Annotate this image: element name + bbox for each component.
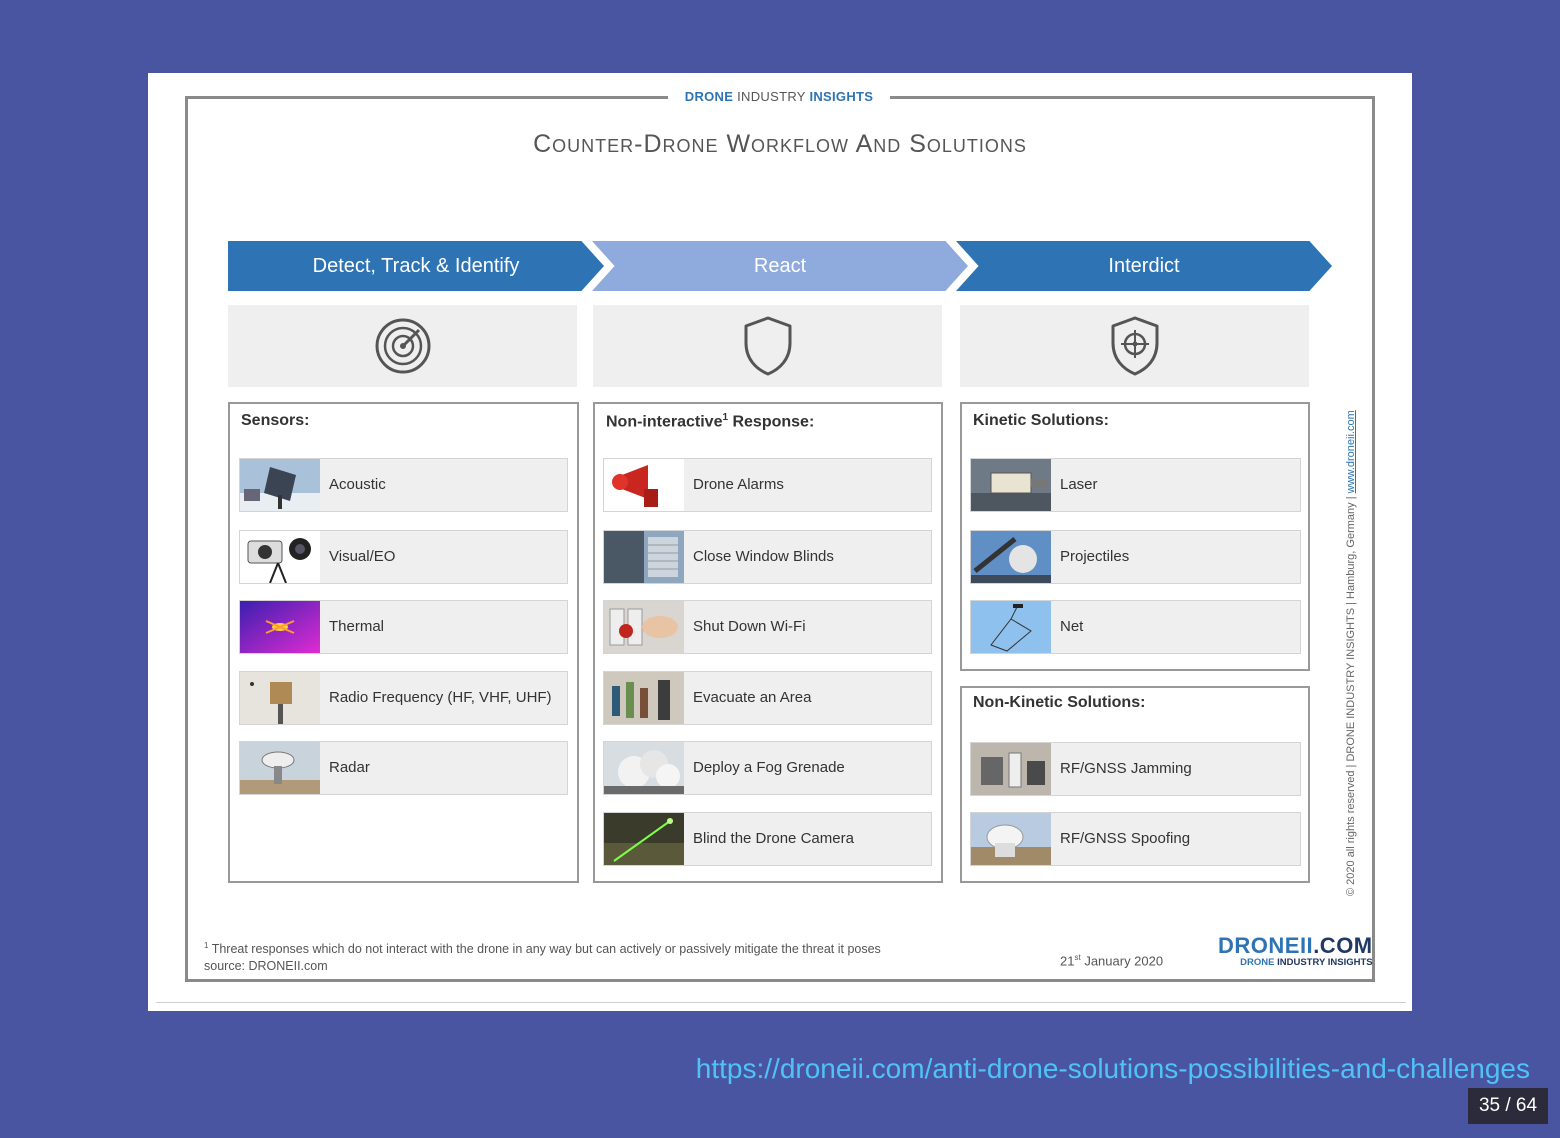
footnote-text: Threat responses which do not interact w… <box>208 942 881 957</box>
footnote-line-1: 1 Threat responses which do not interact… <box>204 937 881 958</box>
list-item: Drone Alarms <box>603 458 932 512</box>
stage-detect: Detect, Track & Identify <box>228 241 604 291</box>
item-label: Visual/EO <box>329 548 396 565</box>
jamming-thumbnail <box>971 743 1051 795</box>
list-item: Blind the Drone Camera <box>603 812 932 866</box>
source-url-link[interactable]: https://droneii.com/anti-drone-solutions… <box>696 1053 1530 1085</box>
item-label: Deploy a Fog Grenade <box>693 759 845 776</box>
slide-title: Counter-Drone Workflow And Solutions <box>533 130 1027 158</box>
item-label: Net <box>1060 618 1084 635</box>
list-item: Acoustic <box>239 458 568 512</box>
logo-wordmark: DRONEII.COM <box>1218 933 1373 959</box>
net-thumbnail <box>971 601 1051 653</box>
list-item: Projectiles <box>970 530 1301 584</box>
react-icon-box <box>593 305 942 387</box>
item-label: Radio Frequency (HF, VHF, UHF) <box>329 689 552 706</box>
slide-date: 21st January 2020 <box>1060 953 1163 968</box>
list-item: Laser <box>970 458 1301 512</box>
radar-icon <box>375 318 430 374</box>
date-month-year: January 2020 <box>1080 953 1164 969</box>
item-label: Acoustic <box>329 476 386 493</box>
fog-grenade-thumbnail <box>604 742 684 794</box>
list-item: Close Window Blinds <box>603 530 932 584</box>
item-label: Blind the Drone Camera <box>693 830 854 847</box>
droneii-website-link[interactable]: www.droneii.com <box>1345 410 1357 493</box>
footnote: 1 Threat responses which do not interact… <box>204 937 881 975</box>
copyright-side-text: © 2020 all rights reserved | DRONE INDUS… <box>1345 410 1357 896</box>
list-item: Evacuate an Area <box>603 671 932 725</box>
sensors-heading: Sensors: <box>241 412 310 429</box>
radar-thumbnail <box>240 742 320 794</box>
brand-header: DRONE INDUSTRY INSIGHTS <box>668 86 890 108</box>
laser-thumbnail <box>971 459 1051 511</box>
projectiles-thumbnail <box>971 531 1051 583</box>
kinetic-heading: Kinetic Solutions: <box>973 412 1109 429</box>
list-item: Thermal <box>239 600 568 654</box>
slide-divider <box>156 1002 1406 1003</box>
shield-icon <box>744 316 791 376</box>
detect-icon-box <box>228 305 577 387</box>
logo-tagline: DRONE INDUSTRY INSIGHTS <box>1218 957 1373 968</box>
acoustic-thumbnail <box>240 459 320 511</box>
list-item: Radar <box>239 741 568 795</box>
stage-interdict: Interdict <box>956 241 1332 291</box>
response-heading-text: Non-interactive <box>606 413 723 431</box>
item-label: RF/GNSS Jamming <box>1060 760 1192 777</box>
item-label: RF/GNSS Spoofing <box>1060 830 1191 847</box>
item-label: Laser <box>1060 476 1098 493</box>
copyright-text: © 2020 all rights reserved | DRONE INDUS… <box>1345 493 1357 896</box>
response-heading-suffix: Response: <box>728 413 815 431</box>
sensors-panel: Sensors: Acoustic Visual/EO Thermal Radi… <box>228 402 579 883</box>
stage-detect-label: Detect, Track & Identify <box>312 255 520 277</box>
non-kinetic-panel: Non-Kinetic Solutions: RF/GNSS Jamming R… <box>960 686 1310 883</box>
spoofing-thumbnail <box>971 813 1051 865</box>
brand-industry: INDUSTRY <box>737 89 806 104</box>
visual-eo-thumbnail <box>240 531 320 583</box>
brand-drone: DRONE <box>684 89 734 104</box>
stage-interdict-label: Interdict <box>1108 255 1180 277</box>
blind-camera-thumbnail <box>604 813 684 865</box>
crosshair-shield-icon <box>1111 316 1158 376</box>
response-panel: Non-interactive1 Response: Drone Alarms … <box>593 402 943 883</box>
list-item: Shut Down Wi-Fi <box>603 600 932 654</box>
logo-com: .COM <box>1313 933 1373 958</box>
item-label: Shut Down Wi-Fi <box>693 618 806 635</box>
radio-frequency-thumbnail <box>240 672 320 724</box>
item-label: Radar <box>329 759 370 776</box>
non-kinetic-heading: Non-Kinetic Solutions: <box>973 694 1146 711</box>
evacuate-thumbnail <box>604 672 684 724</box>
kinetic-panel: Kinetic Solutions: Laser Projectiles Net <box>960 402 1310 671</box>
stage-react-label: React <box>753 255 807 277</box>
logo-tagline-drone: DRONE <box>1240 957 1275 968</box>
item-label: Drone Alarms <box>693 476 784 493</box>
brand-insights: INSIGHTS <box>809 89 874 104</box>
logo-tagline-rest: INDUSTRY INSIGHTS <box>1274 957 1373 968</box>
list-item: Deploy a Fog Grenade <box>603 741 932 795</box>
page-counter: 35 / 64 <box>1468 1088 1548 1124</box>
item-label: Evacuate an Area <box>693 689 812 706</box>
list-item: RF/GNSS Spoofing <box>970 812 1301 866</box>
date-day: 21 <box>1060 953 1075 969</box>
thermal-thumbnail <box>240 601 320 653</box>
stage-react: React <box>592 241 968 291</box>
list-item: RF/GNSS Jamming <box>970 742 1301 796</box>
list-item: Visual/EO <box>239 530 568 584</box>
item-label: Projectiles <box>1060 548 1130 565</box>
response-heading: Non-interactive1 Response: <box>606 412 814 431</box>
wifi-switch-thumbnail <box>604 601 684 653</box>
interdict-icon-box <box>960 305 1309 387</box>
droneii-logo: DRONEII.COM DRONE INDUSTRY INSIGHTS <box>1218 933 1373 968</box>
item-label: Thermal <box>329 618 385 635</box>
source-note: source: DRONEII.com <box>204 959 328 974</box>
list-item: Net <box>970 600 1301 654</box>
item-label: Close Window Blinds <box>693 548 834 565</box>
drone-alarm-thumbnail <box>604 459 684 511</box>
list-item: Radio Frequency (HF, VHF, UHF) <box>239 671 568 725</box>
window-blinds-thumbnail <box>604 531 684 583</box>
logo-main: DRONEII <box>1218 933 1314 958</box>
